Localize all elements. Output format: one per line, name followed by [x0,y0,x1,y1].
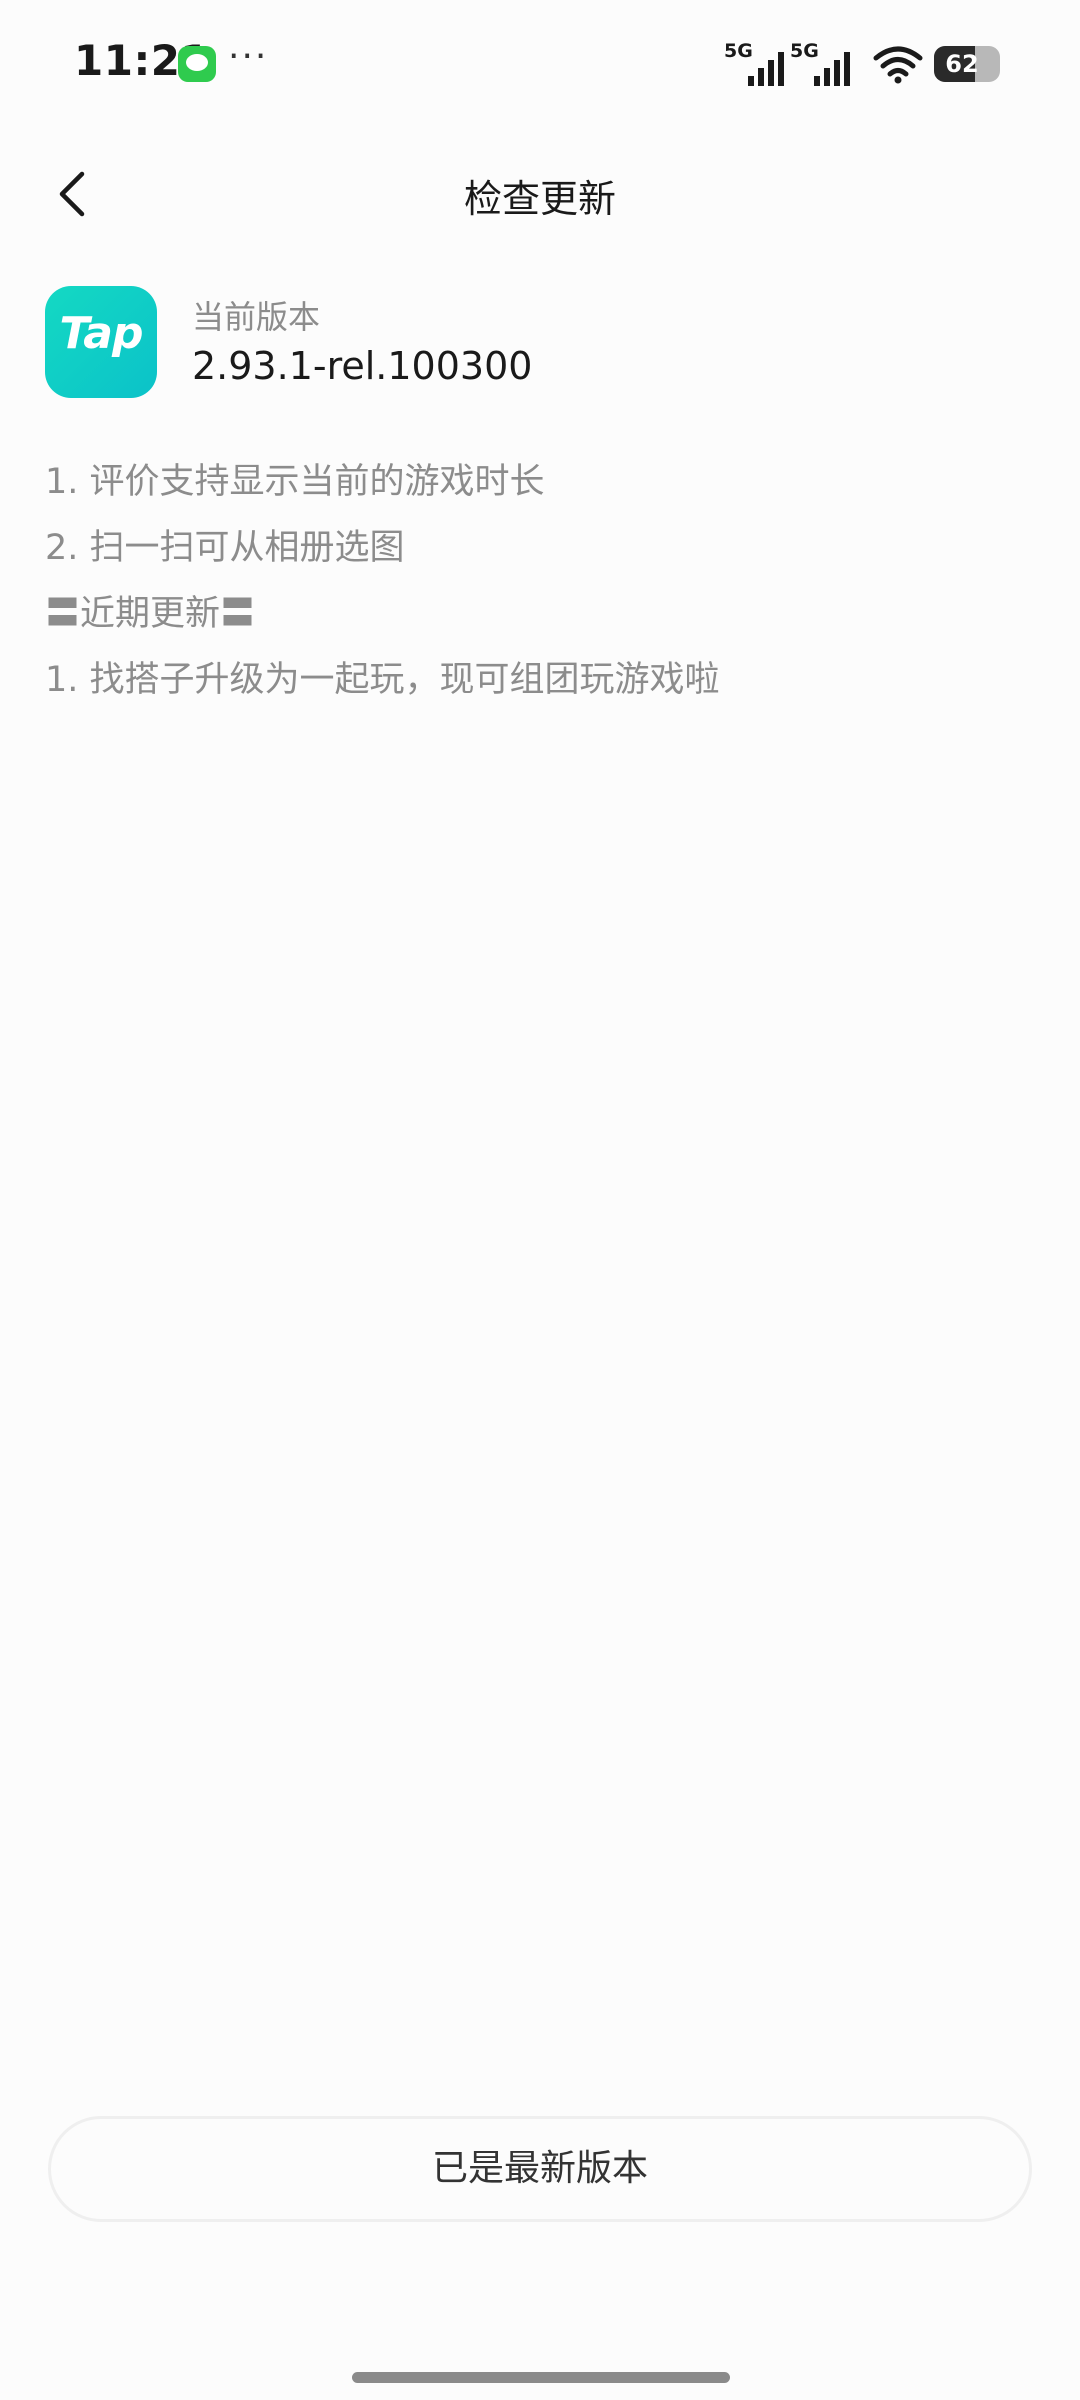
release-note-item: 2. 扫一扫可从相册选图 [45,528,405,568]
more-notifications-icon: ··· [228,36,269,77]
battery-percent: 62 [945,50,979,78]
recent-updates-heading: 〓近期更新〓 [45,594,256,634]
message-icon [178,46,216,82]
signal-icon: 5G [790,40,854,86]
wifi-icon [873,46,923,84]
release-note-item: 1. 评价支持显示当前的游戏时长 [45,462,545,502]
release-notes: 1. 评价支持显示当前的游戏时长 2. 扫一扫可从相册选图 〓近期更新〓 1. … [45,452,1035,716]
release-note-item: 1. 找搭子升级为一起玩，现可组团玩游戏啦 [45,660,720,700]
app-logo-text: Tap [59,308,144,359]
home-indicator[interactable] [352,2372,730,2383]
header: 检查更新 [0,150,1080,240]
page-title: 检查更新 [463,177,616,221]
current-version-label: 当前版本 [192,298,321,336]
signal-icon: 5G [724,40,788,86]
battery-icon: 62 [934,46,1000,82]
latest-version-button[interactable]: 已是最新版本 [48,2116,1032,2222]
app-icon: Tap [45,286,157,398]
status-bar: 11:21 ··· 5G 5G 62 [0,0,1080,130]
current-version-value: 2.93.1-rel.100300 [192,344,533,388]
screen: 11:21 ··· 5G 5G 62 检查更新 Tap 当前版本 2.93.1-… [0,0,1080,2400]
